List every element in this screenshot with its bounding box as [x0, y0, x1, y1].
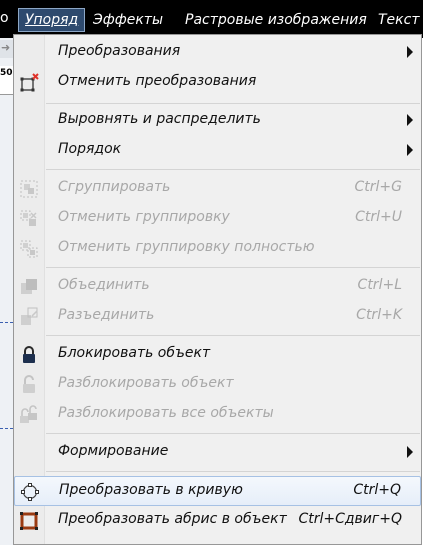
item-label: Разблокировать объект	[58, 375, 234, 391]
item-label: Порядок	[58, 141, 122, 157]
group-icon	[20, 180, 38, 198]
unlock-icon	[23, 375, 35, 393]
menu-item-lock-object[interactable]: Блокировать объект	[14, 340, 421, 370]
submenu-arrow-icon	[407, 46, 413, 58]
ungroup-all-icon	[20, 240, 38, 258]
item-label: Преобразования	[58, 43, 181, 59]
menu-item-ungroup[interactable]: Отменить группировку Ctrl+U	[14, 204, 421, 234]
item-label: Блокировать объект	[58, 345, 211, 361]
item-label: Разъединить	[58, 307, 155, 323]
item-label: Объединить	[58, 277, 150, 293]
menu-item-order[interactable]: Порядок	[14, 136, 421, 166]
menu-item-convert-to-curves[interactable]: Преобразовать в кривую Ctrl+Q	[14, 476, 421, 506]
item-label: Отменить группировку полностью	[58, 239, 315, 255]
item-label: Формирование	[58, 443, 169, 459]
menu-bar: о Упоряд Эффекты Растровые изображения Т…	[0, 0, 423, 38]
item-label: Отменить группировку	[58, 209, 230, 225]
lock-icon	[23, 346, 35, 363]
menu-item-combine[interactable]: Объединить Ctrl+L	[14, 272, 421, 302]
item-shortcut: Ctrl+K	[356, 307, 402, 323]
menu-separator	[46, 471, 420, 472]
item-label: Преобразовать в кривую	[59, 482, 243, 498]
menu-arrange[interactable]: Упоряд	[18, 8, 86, 32]
menu-item-shaping[interactable]: Формирование	[14, 438, 421, 468]
menu-effects[interactable]: Эффекты	[93, 8, 163, 32]
item-shortcut: Ctrl+L	[357, 277, 402, 293]
menu-item-clear-transformations[interactable]: Отменить преобразования	[14, 68, 421, 98]
menu-item-unlock-object[interactable]: Разблокировать объект	[14, 370, 421, 400]
arrange-dropdown-menu: Преобразования Отменить преобразования В…	[13, 34, 422, 545]
clear-transformations-icon	[20, 73, 39, 92]
menu-item-align-distribute[interactable]: Выровнять и распределить	[14, 106, 421, 136]
submenu-arrow-icon	[407, 114, 413, 126]
combine-icon	[21, 279, 37, 294]
app-canvas-edge	[0, 38, 13, 545]
item-label: Отменить преобразования	[58, 73, 257, 89]
menu-separator	[46, 267, 420, 268]
submenu-arrow-icon	[407, 446, 413, 458]
item-shortcut: Ctrl+Q	[353, 482, 401, 498]
item-shortcut: Ctrl+U	[355, 209, 402, 225]
outline-to-object-icon	[20, 512, 38, 530]
ungroup-icon	[20, 210, 37, 226]
unlock-all-icon	[20, 405, 37, 423]
item-label: Разблокировать все объекты	[58, 405, 274, 421]
menu-separator	[46, 169, 420, 170]
item-label: Выровнять и распределить	[58, 111, 261, 127]
guide-line	[0, 322, 13, 323]
menu-item-transformations[interactable]: Преобразования	[14, 38, 421, 68]
ruler-fragment: 50	[0, 66, 13, 95]
menubar-item-partial[interactable]: о	[0, 10, 9, 26]
menu-item-outline-to-object[interactable]: Преобразовать абрис в объект Ctrl+Сдвиг+…	[14, 506, 421, 536]
menu-bitmaps[interactable]: Растровые изображения	[185, 8, 367, 32]
ruler-value: 50	[0, 68, 13, 78]
menu-separator	[46, 335, 420, 336]
menu-item-group[interactable]: Сгруппировать Ctrl+G	[14, 174, 421, 204]
break-apart-icon	[21, 307, 38, 325]
menu-item-break-apart[interactable]: Разъединить Ctrl+K	[14, 302, 421, 332]
menu-item-ungroup-all[interactable]: Отменить группировку полностью	[14, 234, 421, 264]
submenu-arrow-icon	[407, 144, 413, 156]
menu-item-unlock-all[interactable]: Разблокировать все объекты	[14, 400, 421, 430]
menu-text[interactable]: Текст	[378, 8, 419, 32]
menu-separator	[46, 433, 420, 434]
menu-separator	[46, 103, 420, 104]
item-label: Преобразовать абрис в объект	[58, 511, 287, 527]
item-label: Сгруппировать	[58, 179, 171, 195]
arrow-icon: ➜	[1, 41, 11, 54]
guide-line	[0, 428, 13, 429]
item-shortcut: Ctrl+G	[354, 179, 403, 195]
convert-to-curves-icon	[21, 483, 39, 501]
item-shortcut: Ctrl+Сдвиг+Q	[298, 511, 402, 527]
toolbar-fragment: ➜	[0, 40, 13, 58]
